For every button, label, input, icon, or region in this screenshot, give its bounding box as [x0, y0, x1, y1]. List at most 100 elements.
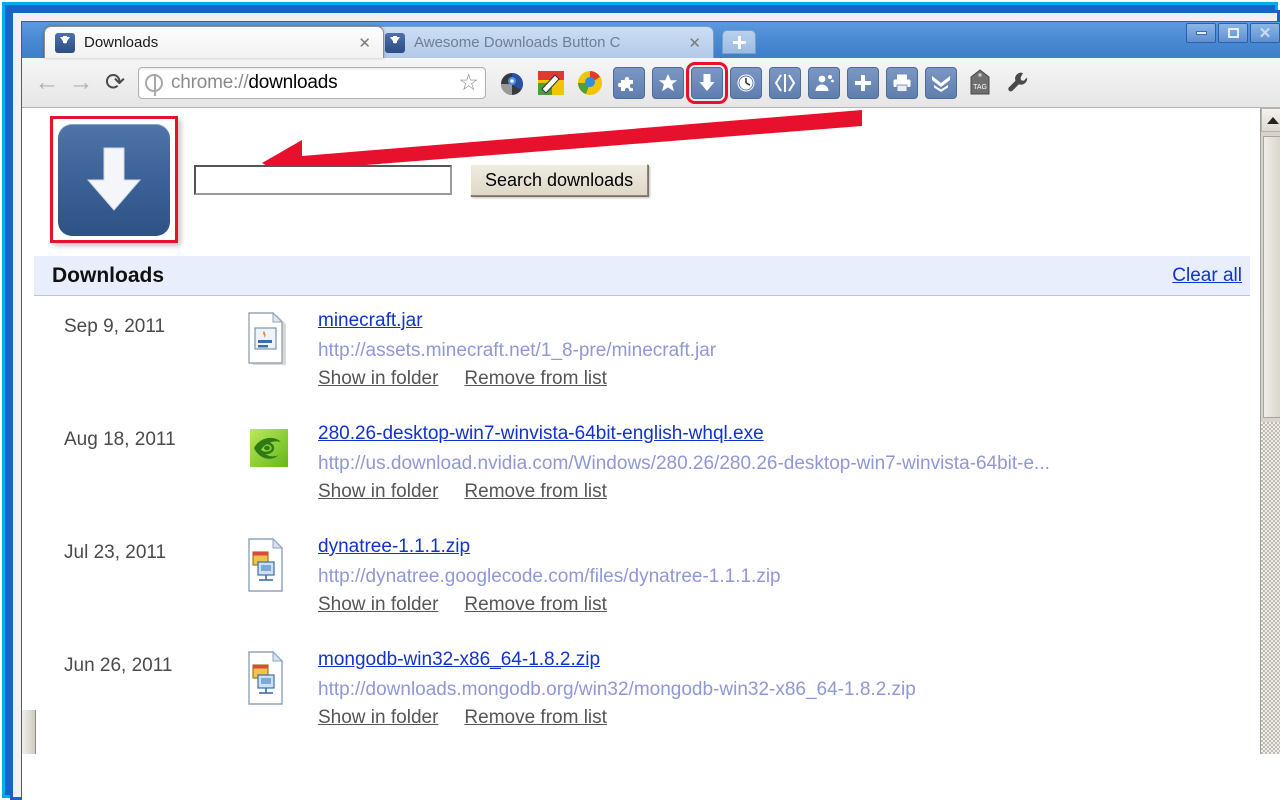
window-frame-inner: ✕ Downloads ✕ Awesome Downloads Button C… — [10, 10, 1280, 800]
minimize-icon — [1195, 31, 1207, 35]
downloads-section-header: Downloads Clear all — [34, 256, 1250, 296]
maximize-icon — [1227, 28, 1239, 38]
download-actions: Show in folder Remove from list — [318, 707, 1260, 729]
chrome-paint-extension-icon[interactable] — [535, 67, 567, 99]
list-item: Jul 23, 2011 dynatree-1.1.1.zip http://d… — [22, 528, 1260, 641]
back-button[interactable]: ← — [30, 66, 64, 100]
chevrons-down-extension-icon[interactable] — [925, 66, 957, 99]
globe-extension-icon[interactable] — [496, 67, 528, 99]
horizontal-scroll-stub[interactable] — [22, 710, 36, 754]
scrollbar-thumb[interactable] — [1263, 136, 1280, 418]
remove-from-list-link[interactable]: Remove from list — [464, 594, 607, 616]
java-jar-file-icon — [244, 302, 318, 373]
svg-text:TAG: TAG — [973, 84, 987, 91]
clock-history-extension-icon[interactable] — [730, 66, 762, 99]
puzzle-piece-extension-icon[interactable] — [613, 66, 645, 99]
search-input[interactable] — [194, 165, 452, 195]
downloads-search-row: Search downloads — [194, 164, 649, 196]
downloads-button-extension-icon[interactable] — [686, 61, 728, 104]
code-brackets-extension-icon[interactable] — [769, 66, 801, 99]
downloads-page: Search downloads Downloads Clear all Sep… — [22, 108, 1260, 754]
vertical-scrollbar[interactable] — [1260, 108, 1280, 754]
url-scheme: chrome:// — [171, 71, 249, 93]
extension-toolbar: TAG — [496, 61, 1035, 104]
download-filename-link[interactable]: 280.26-desktop-win7-winvista-64bit-engli… — [318, 423, 764, 445]
list-item: Aug 18, 2011 280.26-desktop-win7-winvist… — [22, 415, 1260, 528]
downloads-list: Sep 9, 2011 minecraft.jar http://assets.… — [22, 296, 1260, 754]
bookmark-star-icon[interactable]: ☆ — [455, 71, 479, 94]
new-tab-button[interactable] — [722, 30, 756, 54]
maximize-button[interactable] — [1218, 23, 1248, 43]
forward-button[interactable]: → — [64, 66, 98, 100]
window-frame-outer: ✕ Downloads ✕ Awesome Downloads Button C… — [2, 2, 1280, 800]
close-button[interactable]: ✕ — [1250, 23, 1280, 43]
person-add-extension-icon[interactable] — [808, 66, 840, 99]
globe-icon — [145, 73, 163, 96]
tab-downloads[interactable]: Downloads ✕ — [44, 26, 384, 58]
chevron-up-icon — [1266, 116, 1279, 124]
download-meta: dynatree-1.1.1.zip http://dynatree.googl… — [318, 528, 1260, 616]
zip-archive-file-icon — [244, 528, 318, 599]
address-bar[interactable]: chrome://downloads ☆ — [138, 66, 486, 99]
tab-awesome-downloads-button[interactable]: Awesome Downloads Button C ✕ — [374, 26, 714, 58]
nvidia-executable-icon — [244, 415, 318, 480]
clear-all-link[interactable]: Clear all — [1172, 265, 1242, 287]
search-downloads-button[interactable]: Search downloads — [470, 164, 649, 196]
download-meta: mongodb-win32-x86_64-1.8.2.zip http://do… — [318, 641, 1260, 729]
printer-extension-icon[interactable] — [886, 66, 918, 99]
plus-extension-icon[interactable] — [847, 66, 879, 99]
download-meta: minecraft.jar http://assets.minecraft.ne… — [318, 302, 1260, 390]
download-date: Aug 18, 2011 — [64, 429, 176, 450]
chrome-browser-window: ✕ Downloads ✕ Awesome Downloads Button C… — [21, 21, 1280, 800]
download-date: Jun 26, 2011 — [64, 655, 173, 676]
arrow-down-glyph — [86, 147, 142, 211]
download-source-url: http://downloads.mongodb.org/win32/mongo… — [318, 679, 916, 700]
download-actions: Show in folder Remove from list — [318, 368, 1260, 390]
window-controls: ✕ — [1184, 23, 1280, 43]
tab-downloads-label: Downloads — [84, 34, 159, 51]
url-path: downloads — [248, 71, 338, 93]
page-viewport: Search downloads Downloads Clear all Sep… — [22, 108, 1280, 754]
colored-globe-extension-icon[interactable] — [574, 67, 606, 99]
address-bar-url: chrome://downloads — [171, 72, 455, 94]
minimize-button[interactable] — [1186, 23, 1216, 43]
download-source-url: http://dynatree.googlecode.com/files/dyn… — [318, 566, 781, 587]
download-source-url: http://us.download.nvidia.com/Windows/28… — [318, 453, 1050, 474]
plus-icon — [732, 35, 746, 49]
zip-archive-file-icon — [244, 641, 318, 712]
download-date: Sep 9, 2011 — [64, 316, 166, 337]
show-in-folder-link[interactable]: Show in folder — [318, 368, 438, 390]
download-filename-link[interactable]: mongodb-win32-x86_64-1.8.2.zip — [318, 649, 600, 671]
remove-from-list-link[interactable]: Remove from list — [464, 368, 607, 390]
download-meta: 280.26-desktop-win7-winvista-64bit-engli… — [318, 415, 1260, 503]
list-item: Sep 9, 2011 minecraft.jar http://assets.… — [22, 302, 1260, 415]
show-in-folder-link[interactable]: Show in folder — [318, 594, 438, 616]
download-actions: Show in folder Remove from list — [318, 594, 1260, 616]
close-icon: ✕ — [1258, 24, 1272, 42]
page-title: Downloads — [52, 263, 165, 287]
download-date: Jul 23, 2011 — [64, 542, 167, 563]
tab-strip: ✕ Downloads ✕ Awesome Downloads Button C… — [22, 22, 1280, 58]
remove-from-list-link[interactable]: Remove from list — [464, 481, 607, 503]
download-filename-link[interactable]: minecraft.jar — [318, 310, 423, 332]
downloads-toolbar-area: Search downloads — [22, 108, 1260, 256]
download-actions: Show in folder Remove from list — [318, 481, 1260, 503]
download-arrow-large-icon — [58, 123, 170, 236]
tab-close-icon[interactable]: ✕ — [354, 34, 375, 52]
tab-close-icon[interactable]: ✕ — [684, 34, 705, 52]
tag-extension-icon[interactable]: TAG — [964, 67, 996, 99]
wrench-menu-icon[interactable] — [1003, 67, 1035, 99]
browser-toolbar: ← → ⟳ chrome://downloads ☆ TAG — [22, 58, 1280, 108]
remove-from-list-link[interactable]: Remove from list — [464, 707, 607, 729]
show-in-folder-link[interactable]: Show in folder — [318, 481, 438, 503]
star-extension-icon[interactable] — [652, 66, 684, 99]
scroll-up-button[interactable] — [1261, 108, 1280, 132]
large-downloads-button-highlight[interactable] — [50, 116, 178, 243]
download-filename-link[interactable]: dynatree-1.1.1.zip — [318, 536, 470, 558]
list-item: Jun 26, 2011 mongodb-win32-x86_64-1.8.2.… — [22, 641, 1260, 754]
scrollbar-track[interactable] — [1261, 422, 1280, 754]
tab-awesome-downloads-button-label: Awesome Downloads Button C — [414, 34, 621, 51]
reload-button[interactable]: ⟳ — [98, 66, 132, 100]
show-in-folder-link[interactable]: Show in folder — [318, 707, 438, 729]
download-arrow-icon — [55, 32, 75, 53]
